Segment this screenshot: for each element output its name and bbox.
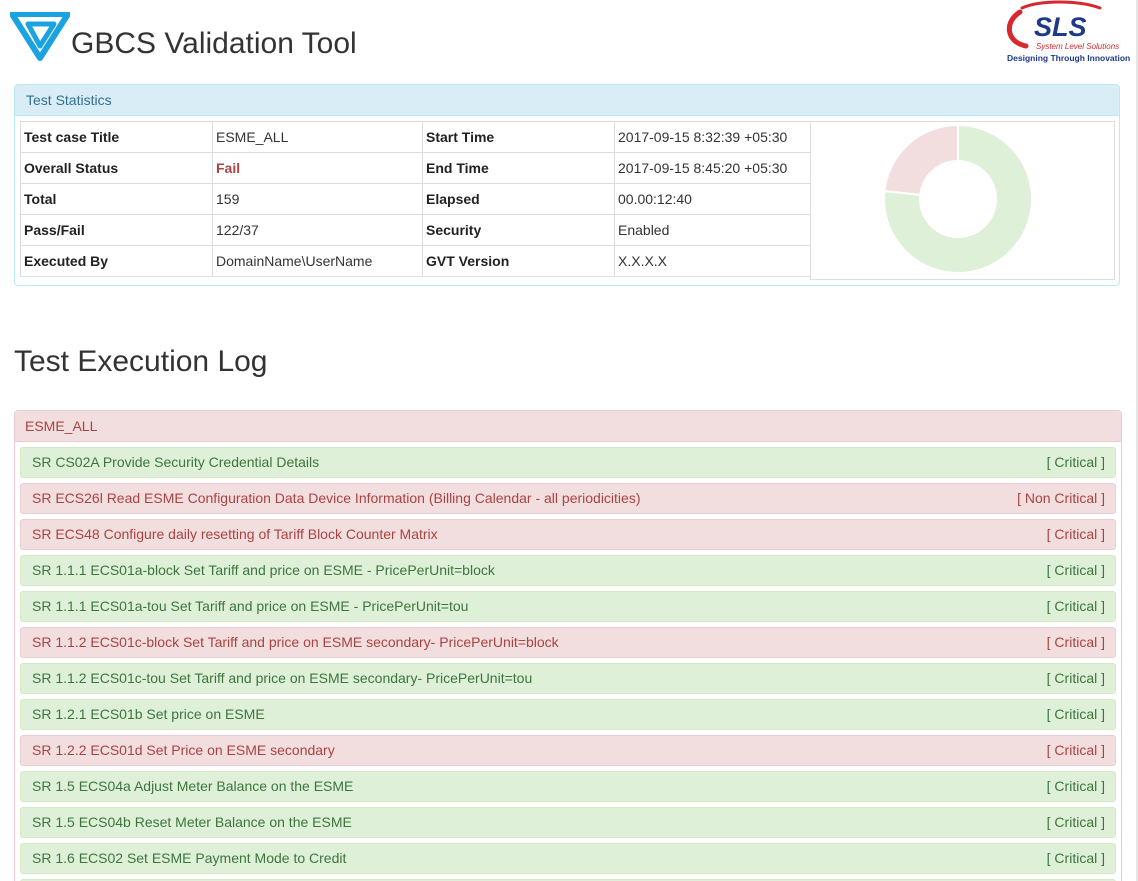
log-item[interactable]: SR 1.5 ECS04a Adjust Meter Balance on th… [20,771,1116,802]
stats-row: Total 159 Elapsed 00.00:12:40 [20,183,811,215]
log-item-severity: [ Critical ] [1046,706,1105,722]
page: GBCS Validation Tool SLS System Level So… [0,0,1138,881]
log-item-name: SR 1.2.1 ECS01b Set price on ESME [32,706,265,722]
log-item-severity: [ Critical ] [1046,778,1105,794]
log-item-name: SR 1.5 ECS04b Reset Meter Balance on the… [32,814,352,830]
log-item-name: SR 1.1.1 ECS01a-tou Set Tariff and price… [32,598,469,614]
log-item-severity: [ Critical ] [1046,814,1105,830]
stats-label: Elapsed [422,183,615,215]
donut-slice-fail[interactable] [883,123,959,196]
log-item-severity: [ Critical ] [1046,670,1105,686]
log-item-severity: [ Non Critical ] [1017,490,1105,506]
stats-label: Security [422,214,615,246]
log-list: SR CS02A Provide Security Credential Det… [20,447,1116,881]
stats-label: GVT Version [422,245,615,277]
stats-row: Test case Title ESME_ALL Start Time 2017-09… [20,121,811,153]
log-item[interactable]: SR ECS26l Read ESME Configuration Data D… [20,483,1116,514]
sls-subtitle-text: System Level Solutions [1036,42,1119,51]
stats-value: 159 [212,183,423,215]
log-item-name: SR 1.5 ECS04a Adjust Meter Balance on th… [32,778,354,794]
stats-value: Enabled [614,214,811,246]
gvt-logo-icon [10,12,70,61]
stats-label: Overall Status [20,152,213,184]
stats-label: Total [20,183,213,215]
log-item-name: SR 1.1.2 ECS01c-block Set Tariff and pri… [32,634,559,650]
pass-fail-chart [810,121,1115,280]
log-item-severity: [ Critical ] [1046,634,1105,650]
stats-value: X.X.X.X [614,245,811,277]
log-item-name: SR 1.1.2 ECS01c-tou Set Tariff and price… [32,670,533,686]
log-item[interactable]: SR ECS48 Configure daily resetting of Ta… [20,519,1116,550]
stats-value: 00.00:12:40 [614,183,811,215]
stats-row: Overall Status Fail End Time 2017-09-15 8:4… [20,152,811,184]
header: GBCS Validation Tool SLS System Level So… [0,0,1138,80]
log-item[interactable]: SR CS02A Provide Security Credential Det… [20,447,1116,478]
log-item-severity: [ Critical ] [1046,850,1105,866]
app-title: GBCS Validation Tool [71,27,357,60]
test-statistics-panel: Test Statistics Test case Title ESME_ALL S… [14,84,1120,286]
log-item[interactable]: SR 1.1.2 ECS01c-block Set Tariff and pri… [20,627,1116,658]
log-item-name: SR 1.2.2 ECS01d Set Price on ESME second… [32,742,335,758]
log-item-severity: [ Critical ] [1046,526,1105,542]
stats-value: DomainName\UserName [212,245,423,277]
log-item[interactable]: SR 1.2.2 ECS01d Set Price on ESME second… [20,735,1116,766]
log-item-name: SR CS02A Provide Security Credential Det… [32,454,320,470]
log-group-heading[interactable]: ESME_ALL [15,411,1121,442]
log-item[interactable]: SR 1.6 ECS02 Set ESME Payment Mode to Cr… [20,843,1116,874]
log-item-severity: [ Critical ] [1046,598,1105,614]
log-item[interactable]: SR 1.1.1 ECS01a-block Set Tariff and pri… [20,555,1116,586]
stats-row: Pass/Fail 122/37 Security Enabled [20,214,811,246]
log-item[interactable]: SR 1.2.1 ECS01b Set price on ESME [ Criti… [20,699,1116,730]
execution-log-title: Test Execution Log [14,345,268,378]
stats-label: Executed By [20,245,213,277]
log-item-severity: [ Critical ] [1046,562,1105,578]
sls-brand-text: SLS [1034,12,1087,42]
stats-value: 2017-09-15 8:45:20 +05:30 [614,152,811,184]
log-item-name: SR ECS26l Read ESME Configuration Data D… [32,490,641,506]
stats-value: Fail [212,152,423,184]
stats-label: Test case Title [20,121,213,153]
log-item-severity: [ Critical ] [1046,454,1105,470]
pass-fail-donut [883,123,1033,274]
log-item-name: SR 1.1.1 ECS01a-block Set Tariff and pri… [32,562,495,578]
log-item[interactable]: SR 1.1.2 ECS01c-tou Set Tariff and price… [20,663,1116,694]
stats-value: ESME_ALL [212,121,423,153]
log-item[interactable]: SR 1.1.1 ECS01a-tou Set Tariff and price… [20,591,1116,622]
log-item[interactable]: SR 1.5 ECS04b Reset Meter Balance on the… [20,807,1116,838]
stats-label: End Time [422,152,615,184]
stats-row: Executed By DomainName\UserName GVT Versio… [20,245,811,277]
log-item-name: SR ECS48 Configure daily resetting of Ta… [32,526,438,542]
sls-tagline: Designing Through Innovation [1007,53,1131,63]
test-statistics-table: Test case Title ESME_ALL Start Time 2017-09… [20,121,811,277]
test-statistics-heading: Test Statistics [15,85,1119,116]
stats-label: Pass/Fail [20,214,213,246]
log-item-severity: [ Critical ] [1046,742,1105,758]
log-item-name: SR 1.6 ECS02 Set ESME Payment Mode to Cr… [32,850,347,866]
execution-log-panel: ESME_ALL SR CS02A Provide Security Crede… [14,410,1122,881]
stats-value: 2017-09-15 8:32:39 +05:30 [614,121,811,153]
stats-label: Start Time [422,121,615,153]
stats-value: 122/37 [212,214,423,246]
